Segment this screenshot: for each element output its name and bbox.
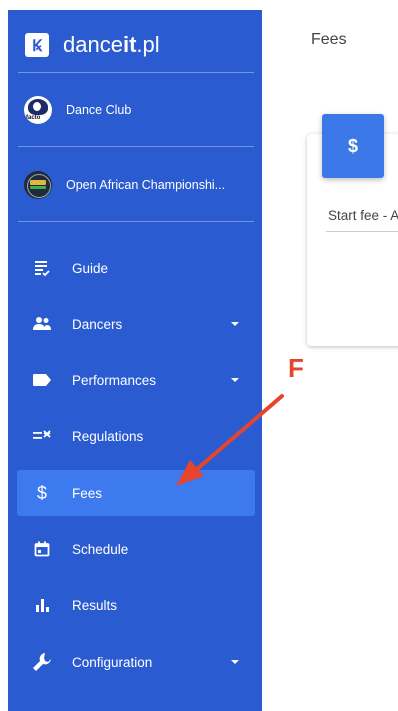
sidebar-item-label: Results [72, 597, 118, 613]
sidebar-item-label: Guide [72, 260, 109, 276]
sidebar-item-fees[interactable]: $ Fees [17, 470, 255, 516]
dance-club-avatar: facto [24, 96, 52, 124]
sidebar-divider [18, 146, 254, 147]
sidebar-divider [18, 221, 254, 222]
sidebar-item-label: Fees [72, 485, 103, 501]
sidebar: Ꝃ danceit.pl facto Dance Club Open Afric… [8, 10, 262, 711]
chevron-down-icon [231, 378, 239, 382]
chevron-down-icon [231, 322, 239, 326]
page-title: Fees [311, 31, 347, 48]
brand-name-suffix: .pl [136, 32, 160, 57]
account-name: Dance Club [66, 103, 132, 117]
sidebar-item-label: Schedule [72, 541, 129, 557]
sidebar-item-label: Configuration [72, 654, 153, 670]
sidebar-item-dancers[interactable]: Dancers [17, 301, 255, 347]
people-icon [31, 313, 53, 335]
regulations-icon [31, 425, 53, 447]
bar-chart-icon [31, 594, 53, 616]
account-dance-club[interactable]: facto Dance Club [24, 92, 254, 128]
account-championship[interactable]: Open African Championshi... [24, 167, 254, 203]
sidebar-item-label: Dancers [72, 316, 123, 332]
sidebar-item-configuration[interactable]: Configuration [17, 639, 255, 685]
calendar-icon [31, 538, 53, 560]
dollar-badge-icon: $ [322, 114, 384, 178]
chevron-down-icon [231, 660, 239, 664]
dance-club-avatar-text: facto [26, 115, 41, 121]
guide-list-icon [31, 257, 53, 279]
brand-name-bold: it [122, 32, 137, 57]
brand-name: danceit.pl [63, 32, 160, 58]
sidebar-item-label: Regulations [72, 428, 144, 444]
sidebar-item-performances[interactable]: Performances [17, 357, 255, 403]
fee-card-text: Start fee - A [328, 208, 398, 223]
account-name: Open African Championshi... [66, 178, 226, 192]
sidebar-divider [18, 72, 254, 73]
annotation-letter: F [288, 353, 304, 383]
brand[interactable]: Ꝃ danceit.pl [25, 27, 160, 63]
sidebar-item-label: Performances [72, 372, 157, 388]
sidebar-item-regulations[interactable]: Regulations [17, 413, 255, 459]
brand-name-regular: dance [63, 32, 123, 57]
wrench-icon [31, 651, 53, 673]
dollar-icon: $ [36, 482, 47, 503]
page: Ꝃ danceit.pl facto Dance Club Open Afric… [0, 0, 398, 711]
fee-card-underline [326, 231, 398, 232]
sidebar-item-results[interactable]: Results [17, 582, 255, 628]
sidebar-item-schedule[interactable]: Schedule [17, 526, 255, 572]
championship-avatar [24, 171, 52, 199]
brand-logo-icon: Ꝃ [25, 33, 49, 57]
label-tag-icon [31, 369, 53, 391]
sidebar-item-guide[interactable]: Guide [17, 245, 255, 291]
